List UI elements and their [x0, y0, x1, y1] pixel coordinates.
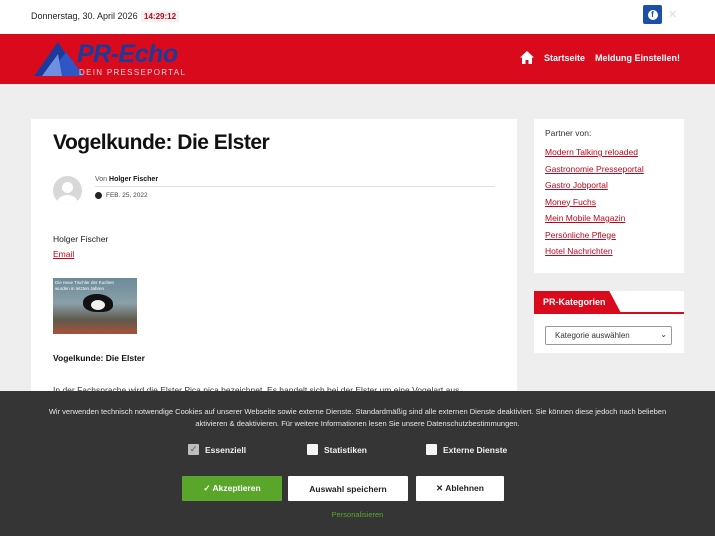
cookie-option-label: Essenziell — [205, 444, 247, 455]
partner-link[interactable]: Hotel Nachrichten — [545, 243, 673, 260]
partner-widget: Partner von: Modern Talking reloaded Gas… — [534, 119, 684, 273]
post-date-text: FEB. 25, 2022 — [106, 192, 148, 199]
home-icon[interactable] — [519, 51, 534, 64]
checkbox-icon[interactable] — [426, 444, 437, 455]
logo-wordmark: PR-Echo — [77, 40, 178, 68]
cookie-banner: Wir verwenden technisch notwendige Cooki… — [0, 391, 715, 536]
author-avatar — [53, 176, 82, 205]
accept-button[interactable]: ✓ Akzeptieren — [182, 476, 282, 501]
article-image[interactable]: Die neue Tischler der Kuchen wurden in l… — [53, 278, 137, 334]
checkbox-checked-icon[interactable]: ✓ — [188, 444, 199, 455]
author-link[interactable]: Holger Fischer — [109, 176, 158, 183]
cookie-option-externe-dienste[interactable]: Externe Dienste — [426, 444, 507, 455]
cookie-option-essenziell[interactable]: ✓ Essenziell — [188, 444, 246, 455]
category-select-value: Kategorie auswählen — [555, 331, 630, 340]
byline: Von Holger Fischer — [95, 176, 158, 183]
partner-link[interactable]: Mein Mobile Magazin — [545, 210, 673, 227]
site-logo[interactable]: PR-Echo DEIN PRESSEPORTAL — [32, 40, 204, 78]
x-twitter-icon[interactable]: ✕ — [668, 8, 677, 21]
current-time: 14:29:12 — [141, 11, 180, 22]
nav-startseite[interactable]: Startseite — [544, 53, 585, 63]
main-nav: Startseite Meldung Einstellen! — [519, 51, 680, 64]
categories-widget: PR-Kategorien Kategorie auswählen ⌄ — [534, 291, 684, 353]
personalize-link[interactable]: Personalisieren — [0, 510, 715, 519]
chevron-down-icon: ⌄ — [660, 330, 667, 339]
top-bar: Donnerstag, 30. April 2026 14:29:12 f ✕ — [0, 0, 715, 34]
contact-email-link[interactable]: Email — [53, 249, 74, 259]
image-caption: Die neue Tischler der Kuchen wurden in l… — [55, 280, 115, 291]
logo-tagline: DEIN PRESSEPORTAL — [79, 68, 187, 77]
partner-link[interactable]: Money Fuchs — [545, 194, 673, 211]
article-title: Vogelkunde: Die Elster — [53, 131, 270, 154]
facebook-icon[interactable]: f — [643, 5, 662, 24]
byline-divider — [95, 186, 495, 187]
cookie-option-label: Externe Dienste — [443, 444, 508, 455]
post-date: FEB. 25, 2022 — [95, 192, 148, 199]
cookie-option-statistiken[interactable]: Statistiken — [307, 444, 367, 455]
partner-link[interactable]: Modern Talking reloaded — [545, 144, 673, 161]
contact-name: Holger Fischer — [53, 234, 109, 244]
partner-link[interactable]: Gastronomie Presseportal — [545, 161, 673, 178]
save-selection-button[interactable]: Auswahl speichern — [288, 476, 408, 501]
cookie-message: Wir verwenden technisch notwendige Cooki… — [48, 407, 667, 428]
categories-header: PR-Kategorien — [534, 291, 684, 314]
partner-link[interactable]: Persönliche Pflege — [545, 227, 673, 244]
current-date: Donnerstag, 30. April 2026 — [31, 11, 138, 21]
partner-title: Partner von: — [545, 128, 592, 138]
clock-icon — [95, 192, 102, 199]
byline-prefix: Von — [95, 176, 108, 183]
partner-link[interactable]: Gastro Jobportal — [545, 177, 673, 194]
nav-meldung-einstellen[interactable]: Meldung Einstellen! — [595, 53, 680, 63]
cookie-option-label: Statistiken — [324, 444, 367, 455]
reject-button[interactable]: ✕ Ablehnen — [416, 476, 504, 501]
checkbox-icon[interactable] — [307, 444, 318, 455]
article-card: Vogelkunde: Die Elster Von Holger Fische… — [31, 119, 517, 409]
article-subheading: Vogelkunde: Die Elster — [53, 353, 145, 363]
categories-title: PR-Kategorien — [534, 291, 622, 314]
category-select[interactable]: Kategorie auswählen ⌄ — [545, 326, 672, 345]
